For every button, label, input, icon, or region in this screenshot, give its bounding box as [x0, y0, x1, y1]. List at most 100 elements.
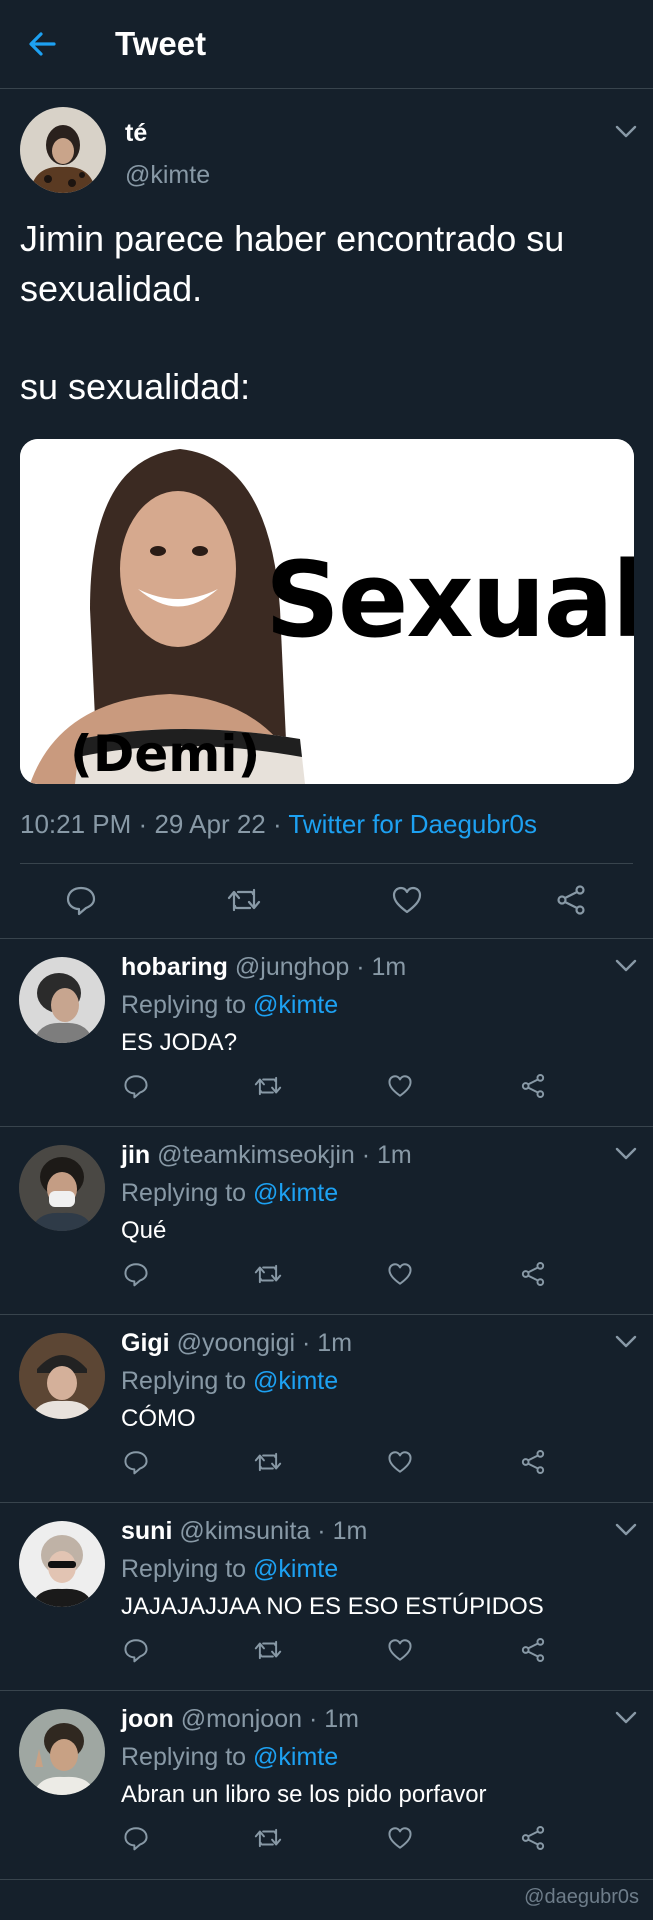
reply-text: Abran un libro se los pido porfavor	[121, 1781, 487, 1808]
reply-header: Gigi @yoongigi · 1m	[121, 1329, 352, 1358]
reply-icon[interactable]	[123, 1449, 149, 1475]
media-word: Sexual	[265, 539, 634, 661]
share-icon[interactable]	[555, 884, 587, 916]
reply-tweet[interactable]: suni @kimsunita · 1m Replying to @kimte …	[0, 1502, 653, 1690]
user-handle[interactable]: @kimte	[125, 161, 210, 190]
reply-display-name[interactable]: hobaring	[121, 953, 228, 981]
replying-to: Replying to @kimte	[121, 1179, 338, 1208]
reply-text: Qué	[121, 1217, 167, 1244]
like-icon[interactable]	[391, 884, 423, 916]
reply-display-name[interactable]: jin	[121, 1141, 150, 1169]
retweet-icon[interactable]	[254, 1449, 282, 1475]
tweet-media[interactable]: Sexual (Demi)	[20, 439, 634, 784]
reply-time: · 1m	[356, 953, 407, 981]
replying-to: Replying to @kimte	[121, 1743, 338, 1772]
like-icon[interactable]	[387, 1637, 413, 1663]
reply-header: suni @kimsunita · 1m	[121, 1517, 367, 1546]
arrow-left-icon[interactable]	[26, 28, 58, 60]
like-icon[interactable]	[387, 1261, 413, 1287]
retweet-icon[interactable]	[227, 884, 261, 916]
reply-text: CÓMO	[121, 1405, 196, 1432]
chevron-down-icon[interactable]	[615, 959, 637, 973]
replying-label: Replying to	[121, 991, 247, 1019]
reply-icon[interactable]	[123, 1637, 149, 1663]
reply-handle[interactable]: @yoongigi	[177, 1329, 296, 1357]
tweet-text: Jimin parece haber encontrado su sexuali…	[20, 214, 630, 412]
tweet-text-line: su sexualidad:	[20, 366, 251, 407]
avatar[interactable]	[19, 957, 105, 1043]
reply-text: ES JODA?	[121, 1029, 238, 1056]
top-bar: Tweet	[0, 0, 653, 89]
reply-header: hobaring @junghop · 1m	[121, 953, 406, 982]
reply-handle[interactable]: @monjoon	[181, 1705, 302, 1733]
chevron-down-icon[interactable]	[615, 1711, 637, 1725]
reply-time: · 1m	[361, 1141, 412, 1169]
mention-link[interactable]: @kimte	[253, 1743, 338, 1771]
main-tweet: té @kimte Jimin parece haber encontrado …	[0, 89, 653, 939]
divider	[20, 863, 633, 864]
media-caption: (Demi)	[70, 725, 261, 783]
reply-handle[interactable]: @junghop	[235, 953, 349, 981]
mention-link[interactable]: @kimte	[253, 1179, 338, 1207]
avatar[interactable]	[19, 1333, 105, 1419]
chevron-down-icon[interactable]	[615, 1335, 637, 1349]
reply-time: · 1m	[317, 1517, 368, 1545]
separator: ·	[272, 809, 282, 839]
like-icon[interactable]	[387, 1449, 413, 1475]
replying-to: Replying to @kimte	[121, 1555, 338, 1584]
share-icon[interactable]	[520, 1261, 546, 1287]
avatar[interactable]	[19, 1521, 105, 1607]
chevron-down-icon[interactable]	[615, 125, 637, 139]
reply-handle[interactable]: @kimsunita	[179, 1517, 310, 1545]
mention-link[interactable]: @kimte	[253, 1367, 338, 1395]
reply-handle[interactable]: @teamkimseokjin	[157, 1141, 355, 1169]
reply-time: · 1m	[308, 1705, 359, 1733]
replying-label: Replying to	[121, 1555, 247, 1583]
chevron-down-icon[interactable]	[615, 1147, 637, 1161]
like-icon[interactable]	[387, 1825, 413, 1851]
reply-text: JAJAJAJJAA NO ES ESO ESTÚPIDOS	[121, 1593, 544, 1620]
reply-display-name[interactable]: suni	[121, 1517, 172, 1545]
replying-label: Replying to	[121, 1367, 247, 1395]
avatar[interactable]	[19, 1709, 105, 1795]
tweet-text-line: Jimin parece haber encontrado su sexuali…	[20, 218, 565, 309]
tweet-date: 29 Apr 22	[154, 809, 266, 839]
share-icon[interactable]	[520, 1637, 546, 1663]
share-icon[interactable]	[520, 1825, 546, 1851]
separator: ·	[138, 809, 148, 839]
reply-display-name[interactable]: Gigi	[121, 1329, 170, 1357]
tweet-meta: 10:21 PM · 29 Apr 22 · Twitter for Daegu…	[20, 809, 537, 840]
reply-header: joon @monjoon · 1m	[121, 1705, 359, 1734]
avatar[interactable]	[20, 107, 106, 193]
retweet-icon[interactable]	[254, 1073, 282, 1099]
replying-to: Replying to @kimte	[121, 991, 338, 1020]
reply-time: · 1m	[302, 1329, 353, 1357]
retweet-icon[interactable]	[254, 1261, 282, 1287]
share-icon[interactable]	[520, 1073, 546, 1099]
tweet-source-link[interactable]: Twitter for Daegubr0s	[288, 809, 537, 839]
chevron-down-icon[interactable]	[615, 1523, 637, 1537]
display-name[interactable]: té	[125, 119, 147, 148]
reply-tweet[interactable]: joon @monjoon · 1m Replying to @kimte Ab…	[0, 1690, 653, 1880]
reply-icon[interactable]	[65, 884, 97, 916]
reply-display-name[interactable]: joon	[121, 1705, 174, 1733]
mention-link[interactable]: @kimte	[253, 991, 338, 1019]
reply-tweet[interactable]: jin @teamkimseokjin · 1m Replying to @ki…	[0, 1126, 653, 1314]
reply-icon[interactable]	[123, 1261, 149, 1287]
tweet-time: 10:21 PM	[20, 809, 132, 839]
reply-tweet[interactable]: Gigi @yoongigi · 1m Replying to @kimte C…	[0, 1314, 653, 1502]
replying-label: Replying to	[121, 1179, 247, 1207]
avatar[interactable]	[19, 1145, 105, 1231]
retweet-icon[interactable]	[254, 1825, 282, 1851]
replying-to: Replying to @kimte	[121, 1367, 338, 1396]
retweet-icon[interactable]	[254, 1637, 282, 1663]
replying-label: Replying to	[121, 1743, 247, 1771]
share-icon[interactable]	[520, 1449, 546, 1475]
reply-icon[interactable]	[123, 1073, 149, 1099]
mention-link[interactable]: @kimte	[253, 1555, 338, 1583]
reply-icon[interactable]	[123, 1825, 149, 1851]
reply-tweet[interactable]: hobaring @junghop · 1m Replying to @kimt…	[0, 938, 653, 1126]
reply-header: jin @teamkimseokjin · 1m	[121, 1141, 412, 1170]
like-icon[interactable]	[387, 1073, 413, 1099]
page-title: Tweet	[115, 25, 207, 62]
